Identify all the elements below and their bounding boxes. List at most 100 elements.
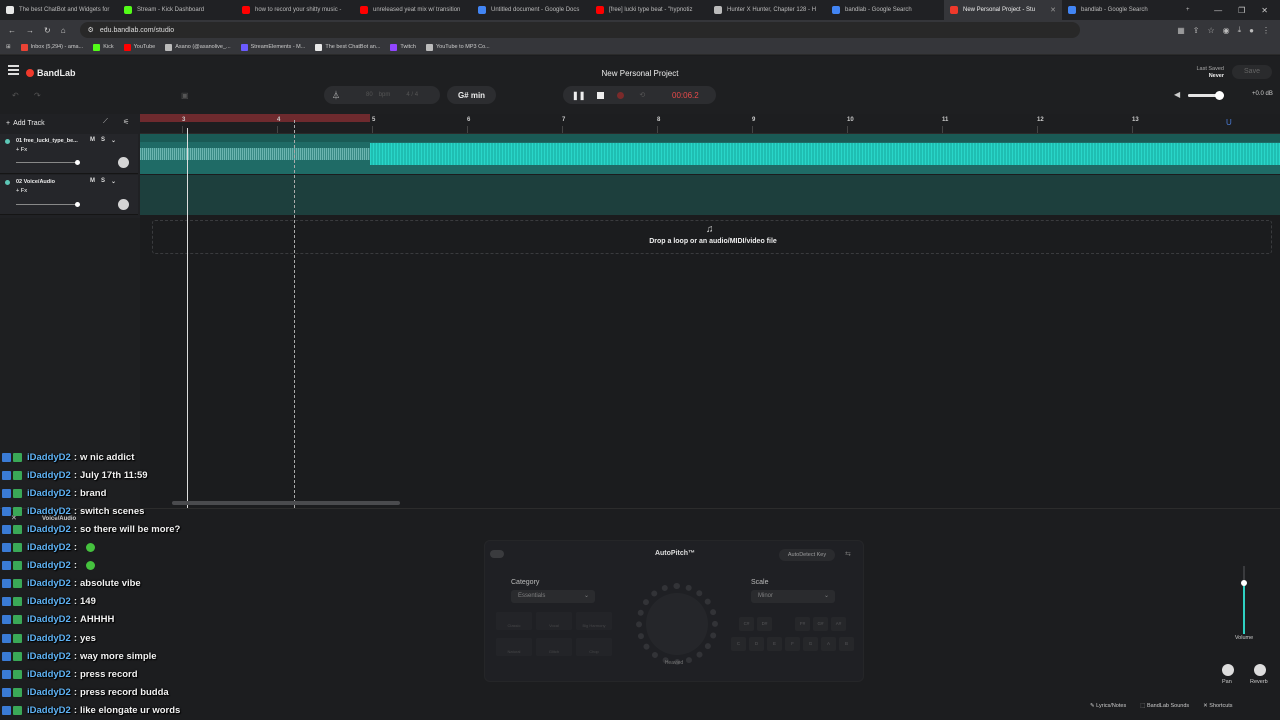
metronome-icon[interactable]: ⏃	[332, 90, 340, 101]
note-key-sharp-1[interactable]: C#	[739, 617, 754, 631]
browser-tab[interactable]: [free] lucki type beat - "hypnotiz	[590, 0, 708, 20]
close-tab-icon[interactable]: ✕	[1050, 6, 1056, 14]
bookmark-star-icon[interactable]: ☆	[1207, 26, 1214, 35]
track-volume-slider[interactable]	[16, 160, 80, 165]
pause-icon[interactable]: ❚❚	[572, 91, 585, 100]
master-volume-knob[interactable]	[1214, 91, 1224, 100]
note-key-g[interactable]: G	[803, 637, 818, 651]
track-volume-fader-knob[interactable]	[1241, 580, 1247, 586]
solo-button[interactable]: S	[101, 137, 105, 144]
track-name[interactable]: 01 free_lucki_type_be...	[16, 138, 86, 144]
track-header-02[interactable]: 02 Voice/Audio + Fx M S ⌄	[0, 175, 138, 215]
snap-magnet-icon[interactable]: U	[1226, 118, 1232, 127]
note-key-a[interactable]: A	[821, 637, 836, 651]
undo-icon[interactable]: ↶	[12, 91, 19, 100]
mute-button[interactable]: M	[90, 137, 95, 144]
home-icon[interactable]: ⌂	[61, 26, 66, 35]
preset-classic[interactable]: Classic	[496, 612, 532, 630]
add-fx-button[interactable]: + Fx	[16, 147, 27, 153]
translate-icon[interactable]: ▦	[1177, 26, 1185, 35]
share-icon[interactable]: ⇪	[1193, 26, 1200, 35]
back-icon[interactable]: ←	[8, 26, 16, 35]
bookmark-item[interactable]: Kick	[93, 43, 114, 51]
bpm-value[interactable]: 80	[366, 92, 373, 98]
pan-knob[interactable]	[118, 157, 129, 168]
close-window-icon[interactable]: ✕	[1261, 6, 1268, 15]
browser-tab[interactable]: New Personal Project - Stu ✕	[944, 0, 1062, 20]
time-signature[interactable]: 4 / 4	[406, 92, 418, 98]
record-icon[interactable]	[617, 91, 625, 99]
timeline-ruler[interactable]: 3 4 5 6 7 8 9 10 11 12 13	[140, 114, 1280, 134]
note-key-sharp-4[interactable]: G#	[813, 617, 828, 631]
note-key-sharp-2[interactable]: D#	[757, 617, 772, 631]
autodetect-key-button[interactable]: AutoDetect Key	[779, 549, 835, 561]
bookmark-item[interactable]: Asano (@asanolive_...	[165, 43, 231, 51]
master-volume-slider[interactable]	[1188, 91, 1224, 100]
note-key-e[interactable]: E	[767, 637, 782, 651]
mute-button[interactable]: M	[90, 178, 95, 185]
add-fx-button[interactable]: + Fx	[16, 188, 27, 194]
note-key-b[interactable]: B	[839, 637, 854, 651]
url-field[interactable]: ⚙ edu.bandlab.com/studio	[79, 22, 1080, 38]
browser-tab[interactable]: bandlab - Google Search	[826, 0, 944, 20]
extension-icon[interactable]: ◉	[1223, 26, 1230, 35]
bookmark-item[interactable]: Inbox (5,294) - ama...	[20, 43, 83, 51]
speaker-icon[interactable]: ◀	[1174, 90, 1180, 99]
reverb-knob[interactable]	[1254, 664, 1266, 676]
menu-dots-icon[interactable]: ⋮	[1262, 26, 1270, 35]
preset-glitch[interactable]: Glitch	[536, 638, 572, 656]
track-name[interactable]: 02 Voice/Audio	[16, 179, 86, 185]
apps-grid-icon[interactable]: ⊞	[6, 44, 11, 50]
note-key-d[interactable]: D	[749, 637, 764, 651]
browser-tab[interactable]: unreleased yeat mix w/ transition	[354, 0, 472, 20]
add-track-button[interactable]: + Add Track	[6, 117, 58, 129]
track-settings-icon[interactable]: ⚟	[123, 118, 129, 126]
site-info-icon[interactable]: ⚙	[88, 26, 94, 34]
bookmark-item[interactable]: The best ChatBot an...	[315, 43, 380, 51]
new-tab-icon[interactable]: +	[1180, 0, 1200, 20]
category-select[interactable]: Essentials ⌄	[511, 590, 595, 603]
preset-big-harmony[interactable]: Big Harmony	[576, 612, 612, 630]
preset-natural[interactable]: Natural	[496, 638, 532, 656]
chevron-down-icon[interactable]: ⌄	[111, 178, 116, 185]
browser-tab[interactable]: how to record your shitty music -	[236, 0, 354, 20]
hamburger-menu-icon[interactable]	[8, 65, 19, 75]
audio-region-track-01[interactable]	[140, 134, 1280, 174]
lane-track-02[interactable]	[140, 175, 1280, 215]
browser-tab[interactable]: Hunter X Hunter, Chapter 128 - H	[708, 0, 826, 20]
note-key-sharp-5[interactable]: A#	[831, 617, 846, 631]
lyrics-notes-button[interactable]: ✎ Lyrics/Notes	[1090, 703, 1126, 709]
bookmark-item[interactable]: Twitch	[390, 43, 416, 51]
track-lanes[interactable]	[140, 134, 1280, 216]
note-key-sharp-3[interactable]: F#	[795, 617, 810, 631]
forward-icon[interactable]: →	[26, 26, 34, 35]
pan-knob[interactable]	[118, 199, 129, 210]
shortcuts-button[interactable]: ✕ Shortcuts	[1203, 703, 1232, 709]
browser-tab[interactable]: Stream - Kick Dashboard	[118, 0, 236, 20]
pan-knob-editor[interactable]	[1222, 664, 1234, 676]
note-key-c[interactable]: C	[731, 637, 746, 651]
preset-vocal[interactable]: Vocal	[536, 612, 572, 630]
browser-tab[interactable]: Untitled document - Google Docs	[472, 0, 590, 20]
save-button[interactable]: Save	[1232, 65, 1272, 79]
loop-icon[interactable]: ⟲	[639, 91, 645, 99]
stop-icon[interactable]	[597, 91, 605, 99]
project-title[interactable]: New Personal Project	[560, 69, 720, 78]
video-icon[interactable]: ▣	[181, 91, 189, 100]
browser-tab[interactable]: The best ChatBot and Widgets for	[0, 0, 118, 20]
track-header-01[interactable]: 01 free_lucki_type_be... + Fx M S ⌄	[0, 134, 138, 174]
loop-region[interactable]	[140, 114, 370, 122]
browser-tab[interactable]: bandlab - Google Search	[1062, 0, 1180, 20]
reload-icon[interactable]: ↻	[44, 26, 51, 35]
key-selector[interactable]: G# min	[447, 86, 496, 104]
preset-chop[interactable]: Chop	[576, 638, 612, 656]
bookmark-item[interactable]: YouTube to MP3 Co...	[426, 43, 490, 51]
minimize-icon[interactable]: —	[1214, 6, 1222, 15]
redo-icon[interactable]: ↷	[34, 91, 41, 100]
bandlab-logo[interactable]: BandLab	[26, 68, 76, 78]
track-volume-slider[interactable]	[16, 202, 80, 207]
solo-button[interactable]: S	[101, 178, 105, 185]
scale-select[interactable]: Minor ⌄	[751, 590, 835, 603]
magic-wand-icon[interactable]: ⟋	[103, 118, 108, 126]
bookmark-item[interactable]: StreamElements - M...	[240, 43, 305, 51]
